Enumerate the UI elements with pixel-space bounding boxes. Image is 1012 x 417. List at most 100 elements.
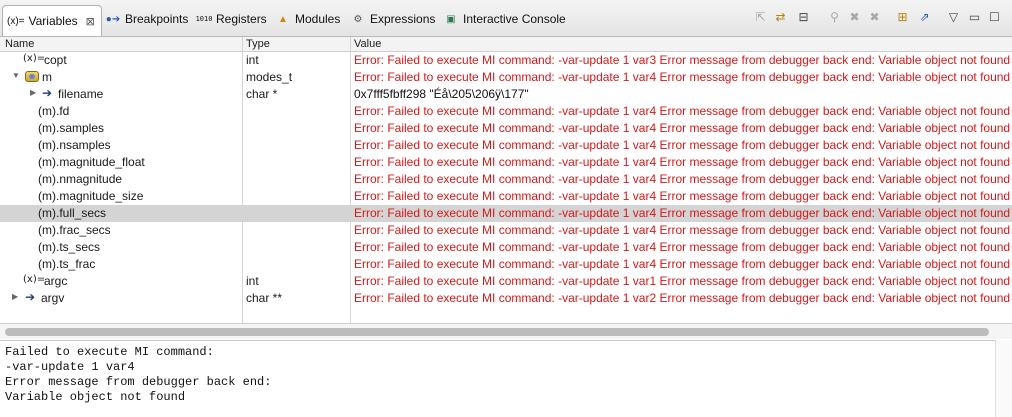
detail-pane[interactable]: Failed to execute MI command: -var-update… [0,340,995,417]
variable-name: argc [44,274,68,288]
detail-line: Failed to execute MI command: [5,345,214,359]
table-row[interactable]: (m).ts_frac Error: Failed to execute MI c… [0,256,1012,273]
variable-name: (m).nmagnitude [38,172,123,186]
variable-name: copt [44,53,67,67]
variable-name: (m).ts_secs [38,240,101,254]
tab-label: Interactive Console [463,12,566,26]
breakpoints-icon: ●➔ [105,13,121,25]
variable-value: Error: Failed to execute MI command: -va… [354,53,1011,67]
variable-icon: (x)= [23,274,46,285]
registers-icon: 1010 [195,15,213,23]
expand-right-icon[interactable]: ▶ [30,88,36,97]
table-row[interactable]: ▶ ➔ filename char * 0x7fff5fbff298 "Éå\205\2… [0,86,1012,103]
variable-type: char * [246,87,278,101]
column-value-header[interactable]: Value [354,38,381,50]
tab-interactive-console[interactable]: ▣ Interactive Console [443,6,566,32]
show-type-names-icon[interactable]: ⇱ [752,8,769,25]
scrollbar-thumb[interactable] [5,328,989,336]
table-row[interactable]: (m).samples Error: Failed to execute MI c… [0,120,1012,137]
remove-icon[interactable]: ✖ [846,8,863,25]
tab-registers[interactable]: 1010 Registers [196,6,267,32]
pin-icon[interactable]: ⇗ [916,8,933,25]
table-row[interactable]: (m).ts_secs Error: Failed to execute MI c… [0,239,1012,256]
variable-name: (m).full_secs [38,206,107,220]
variable-type: int [246,274,259,288]
add-watch-icon[interactable]: ⚲ [826,8,843,25]
variable-value: Error: Failed to execute MI command: -va… [354,223,1011,237]
table-row[interactable]: (m).magnitude_size Error: Failed to execu… [0,188,1012,205]
pointer-icon: ➔ [42,86,53,100]
tab-label: Expressions [370,12,436,26]
variable-name: (m).magnitude_float [38,155,145,169]
variable-value: Error: Failed to execute MI command: -va… [354,70,1011,84]
view-menu-icon[interactable]: ▽ [945,8,962,25]
table-row[interactable]: (m).magnitude_float Error: Failed to exec… [0,154,1012,171]
table-row[interactable]: (m).full_secs Error: Failed to execute MI… [0,205,1012,222]
view-tab-bar: (x)= Variables ⊠ ●➔ Breakpoints 1010 Reg… [0,0,1012,37]
variable-value: Error: Failed to execute MI command: -va… [354,172,1011,186]
table-row[interactable]: (m).nsamples Error: Failed to execute MI … [0,137,1012,154]
struct-icon [25,71,39,82]
pointer-icon: ➔ [25,290,36,304]
variable-value: Error: Failed to execute MI command: -va… [354,291,1011,305]
detail-line: Variable object not found [5,390,186,404]
expressions-icon: ⚙ [353,13,363,25]
maximize-icon[interactable]: ☐ [986,8,1003,25]
vertical-scrollbar[interactable] [995,340,1012,417]
tab-modules[interactable]: ▲ Modules [275,6,340,32]
remove-all-icon[interactable]: ✖ [866,8,883,25]
table-row[interactable]: ▶ ➔ argv char ** Error: Failed to execute MI… [0,290,1012,307]
table-row[interactable]: (m).nmagnitude Error: Failed to execute M… [0,171,1012,188]
detail-line: -var-update 1 var4 [5,360,135,374]
new-view-icon[interactable]: ⊞ [894,8,911,25]
table-row[interactable]: (x)= argc int Error: Failed to execute MI c… [0,273,1012,290]
horizontal-scrollbar[interactable] [0,323,1012,339]
column-type-header[interactable]: Type [246,38,270,50]
variable-value: Error: Failed to execute MI command: -va… [354,189,1011,203]
variable-value: Error: Failed to execute MI command: -va… [354,240,1011,254]
variable-name: filename [58,87,104,101]
table-row[interactable]: (m).fd Error: Failed to execute MI comman… [0,103,1012,120]
variable-type: int [246,53,259,67]
show-logical-structure-icon[interactable]: ⇄ [772,8,789,25]
variable-value: Error: Failed to execute MI command: -va… [354,257,1011,271]
expand-right-icon[interactable]: ▶ [12,292,18,301]
variable-name: (m).frac_secs [38,223,111,237]
tab-expressions[interactable]: ⚙ Expressions [350,6,436,32]
detail-line: Error message from debugger back end: [5,375,272,389]
variables-tree: (x)= copt int Error: Failed to execute MI c… [0,52,1012,307]
column-name-header[interactable]: Name [5,38,34,50]
variable-value: Error: Failed to execute MI command: -va… [354,121,1011,135]
variable-name: (m).samples [38,121,105,135]
variable-name: (m).magnitude_size [38,189,144,203]
variable-value: Error: Failed to execute MI command: -va… [354,138,1011,152]
tab-label: Breakpoints [125,12,189,26]
tab-variables[interactable]: (x)= Variables ⊠ [2,5,102,36]
variable-type: char ** [246,291,283,305]
tab-label: Modules [295,12,341,26]
modules-icon: ▲ [278,13,288,25]
variable-name: (m).nsamples [38,138,111,152]
table-row[interactable]: (x)= copt int Error: Failed to execute MI c… [0,52,1012,69]
variable-value: Error: Failed to execute MI command: -va… [354,155,1011,169]
variable-name: (m).fd [38,104,70,118]
variable-value: Error: Failed to execute MI command: -va… [354,206,1011,220]
variable-value: Error: Failed to execute MI command: -va… [354,104,1011,118]
minimize-icon[interactable]: ▭ [966,8,983,25]
variable-type: modes_t [246,70,293,84]
tab-label: Registers [216,12,267,26]
tab-breakpoints[interactable]: ●➔ Breakpoints [105,6,189,32]
collapse-all-icon[interactable]: ⊟ [795,8,812,25]
close-icon[interactable]: ⊠ [86,15,95,28]
tab-label: Variables [28,14,78,28]
table-row[interactable]: ▼ m modes_t Error: Failed to execute MI com… [0,69,1012,86]
interactive-console-icon: ▣ [446,13,456,25]
variable-value: Error: Failed to execute MI command: -va… [354,274,1011,288]
variable-name: (m).ts_frac [38,257,96,271]
variable-name: m [42,70,52,84]
table-row[interactable]: (m).frac_secs Error: Failed to execute MI… [0,222,1012,239]
expand-down-icon[interactable]: ▼ [12,71,20,80]
variables-icon: (x)= [7,15,25,27]
variable-name: argv [41,291,65,305]
variable-value: 0x7fff5fbff298 "Éå\205\206ÿ\177" [354,87,529,101]
